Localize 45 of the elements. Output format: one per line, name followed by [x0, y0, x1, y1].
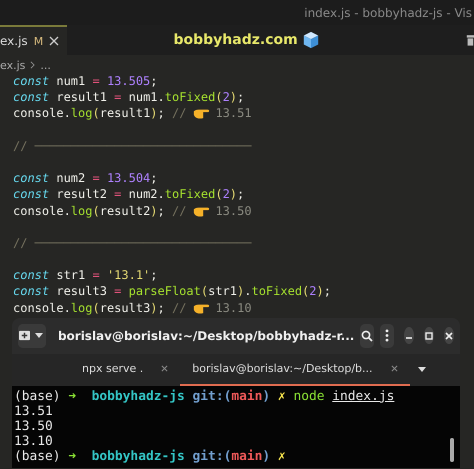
add-icon: [18, 330, 32, 342]
close-icon[interactable]: [161, 365, 168, 372]
code-comment: 13.50: [215, 202, 252, 219]
code-comment: 13.51: [215, 105, 252, 122]
minimize-button[interactable]: [404, 327, 414, 344]
code-line: console.log(result3); //: [13, 300, 186, 316]
cube-icon: [302, 31, 320, 49]
chevron-icon: [30, 61, 36, 69]
code-line: console.log(result2); //: [13, 202, 186, 219]
maximize-button[interactable]: [424, 327, 434, 344]
site-title: bobbyhadz.com: [173, 32, 298, 48]
close-icon: [445, 332, 454, 340]
editor-tab[interactable]: ex.js M: [0, 25, 68, 55]
code-line: const num2 = 13.504;: [13, 170, 158, 186]
breadcrumb-item[interactable]: ...: [40, 58, 51, 72]
terminal-title: borislav@borislav:~/Desktop/bobbyhadz-r...: [58, 328, 354, 343]
terminal-line: (base) ➜ bobbyhadz-js git:(main) ✗: [14, 448, 287, 464]
maximize-icon: [425, 332, 434, 340]
close-icon[interactable]: [49, 36, 60, 46]
code-line: const str1 = '13.1';: [13, 267, 158, 284]
code-line: const num1 = 13.505;: [13, 73, 158, 90]
search-icon: [361, 330, 374, 342]
close-button[interactable]: [444, 327, 454, 344]
code-line: // ──────────────────────────────: [13, 234, 252, 252]
menu-icon: [385, 329, 390, 342]
terminal-line: 13.51: [14, 404, 54, 419]
code-comment: 13.10: [215, 300, 252, 316]
terminal-line: (base) ➜ bobbyhadz-js git:(main) ✗ node index.js: [14, 388, 396, 404]
breadcrumb-item[interactable]: ex.js: [0, 58, 26, 72]
close-icon[interactable]: [390, 365, 398, 372]
code-line: const result3 = parseFloat(str1).toFixed(2);: [13, 283, 331, 300]
code-line: const result2 = num2.toFixed(2);: [13, 186, 244, 203]
search-button[interactable]: [360, 324, 374, 348]
code-line: console.log(result1); //: [13, 105, 186, 122]
window-title: index.js - bobbyhadz-js - Vis: [304, 6, 472, 20]
code-line: const result1 = num1.toFixed(2);: [13, 89, 244, 106]
scrollbar[interactable]: [450, 438, 454, 462]
terminal-line: 13.50: [14, 418, 54, 434]
toolbar-icon[interactable]: [466, 33, 474, 47]
caret-icon: [34, 333, 43, 338]
menu-button[interactable]: [380, 324, 394, 348]
terminal-line: 13.10: [14, 434, 54, 449]
code-line: // ──────────────────────────────: [13, 138, 252, 154]
caret-icon[interactable]: [418, 367, 426, 372]
terminal-tab[interactable]: npx serve .: [56, 354, 180, 386]
